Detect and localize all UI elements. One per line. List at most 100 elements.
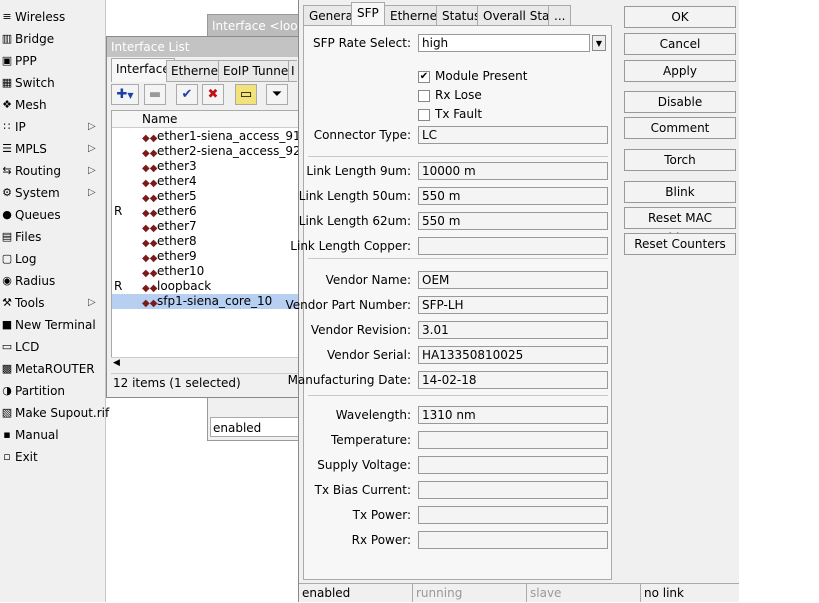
menu-item-make-supout-rif[interactable]: ▧ Make Supout.rif [0,402,109,424]
manufacturing-date-label: Manufacturing Date: [287,373,411,387]
check-icon: ✔ [181,87,193,102]
row-name: loopback [157,279,212,293]
table-row[interactable]: ◆◆ ether7 [112,219,300,234]
row-name: ether2-siena_access_92_132 [157,144,301,158]
cross-icon: ✖ [207,87,219,102]
scroll-left-icon[interactable]: ◀ [113,358,120,368]
reset-mac-address-button[interactable]: Reset MAC Address [624,207,736,245]
menu-item-label: MetaROUTER [15,362,95,376]
menu-item-queues[interactable]: ● Queues [0,204,105,226]
status-running: running [413,583,527,602]
temperature-field [418,431,608,449]
table-row[interactable]: R ◆◆ loopback [112,279,300,294]
reset-counters-button[interactable]: Reset Counters [624,233,736,255]
table-row[interactable]: ◆◆ ether10 [112,264,300,279]
table-row[interactable]: ◆◆ ether8 [112,234,300,249]
add-button[interactable]: ✚▼ [111,84,139,105]
menu-item-switch[interactable]: ▦ Switch [0,72,105,94]
menu-item-manual[interactable]: ▪ Manual [0,424,105,446]
menu-item-mpls[interactable]: ☰ MPLS ▷ [0,138,105,160]
disable-button[interactable]: Disable [624,91,736,113]
item-count: 12 items (1 selected) [111,373,303,392]
vendor-serial-label: Vendor Serial: [327,348,411,362]
menu-item-label: Mesh [15,98,47,112]
submenu-arrow-icon: ▷ [88,297,96,308]
tools-icon: ⚒ [2,296,12,309]
menu-item-label: Routing [15,164,62,178]
menu-item-bridge[interactable]: ▥ Bridge [0,28,105,50]
menu-item-routing[interactable]: ⇆ Routing ▷ [0,160,105,182]
table-row[interactable]: ◆◆ ether9 [112,249,300,264]
vendor-part-number-field: SFP-LH [418,296,608,314]
window-title[interactable]: Interface <loopback> [208,15,304,37]
table-row[interactable]: ◆◆ ether3 [112,159,300,174]
table-row[interactable]: ◆◆ ether4 [112,174,300,189]
row-name: ether3 [157,159,197,173]
rate-select-dropdown[interactable]: high [418,34,590,52]
routing-icon: ⇆ [2,164,12,177]
menu-item-metarouter[interactable]: ▩ MetaROUTER [0,358,105,380]
menu-item-wireless[interactable]: ≡ Wireless [0,6,105,28]
table-row[interactable]: ◆◆ sfp1-siena_core_10 [112,294,300,309]
menu-item-exit[interactable]: ▫ Exit [0,446,105,468]
menu-item-label: Manual [15,428,59,442]
enable-button[interactable]: ✔ [176,84,198,105]
menu-item-partition[interactable]: ◑ Partition [0,380,105,402]
table-row[interactable]: R ◆◆ ether6 [112,204,300,219]
menu-item-files[interactable]: ▤ Files [0,226,105,248]
tab-eoip-tunnel[interactable]: EoIP Tunnel [218,60,297,82]
tx-fault-checkbox[interactable] [418,109,430,121]
status-enabled: enabled [299,583,413,602]
lcd-icon: ▭ [1,340,13,353]
module-present-checkbox[interactable]: ✔ [418,71,430,83]
submenu-arrow-icon: ▷ [88,121,96,132]
cancel-button[interactable]: Cancel [624,33,736,55]
vendor-part-number-label: Vendor Part Number: [285,298,411,312]
menu-item-system[interactable]: ⚙ System ▷ [0,182,105,204]
submenu-arrow-icon: ▷ [88,187,96,198]
dropdown-arrow-icon[interactable]: ▼ [592,35,606,51]
tab-more[interactable]: I [288,60,297,82]
menu-item-radius[interactable]: ◉ Radius [0,270,105,292]
table-header: Name [112,111,300,128]
menu-item-mesh[interactable]: ❖ Mesh [0,94,105,116]
submenu-arrow-icon: ▷ [88,165,96,176]
mesh-icon: ❖ [2,98,12,111]
column-name[interactable]: Name [142,112,177,126]
tab-more[interactable]: ... [548,5,572,27]
menu-item-ip[interactable]: ∷ IP ▷ [0,116,105,138]
horizontal-scrollbar[interactable]: ◀ [111,357,301,373]
torch-button[interactable]: Torch [624,149,736,171]
queues-icon: ● [2,208,12,221]
menu-item-lcd[interactable]: ▭ LCD [0,336,105,358]
table-row[interactable]: ◆◆ether1-siena_access_91_102 [112,129,300,144]
filter-button[interactable]: ⏷ [266,84,288,105]
vendor-name-label: Vendor Name: [325,273,411,287]
remove-button[interactable]: ▬ [144,84,166,105]
menu-item-ppp[interactable]: ▣ PPP [0,50,105,72]
tx-power-label: Tx Power: [352,508,411,522]
menu-item-label: Exit [15,450,38,464]
link-length-62um-label: Link Length 62um: [298,214,411,228]
rx-lose-checkbox[interactable] [418,90,430,102]
partition-icon: ◑ [2,384,12,397]
table-row[interactable]: ◆◆ ether5 [112,189,300,204]
ok-button[interactable]: OK [624,6,736,28]
disable-button[interactable]: ✖ [202,84,224,105]
comment-button[interactable]: Comment [624,117,736,139]
blink-button[interactable]: Blink [624,181,736,203]
tx-bias-current-field [418,481,608,499]
tab-sfp[interactable]: SFP [351,2,385,27]
vendor-revision-label: Vendor Revision: [310,323,411,337]
menu-item-new-terminal[interactable]: ■ New Terminal [0,314,105,336]
link-length-50um-field: 550 m [418,187,608,205]
supout-icon: ▧ [1,406,13,419]
menu-item-tools[interactable]: ⚒ Tools ▷ [0,292,105,314]
window-title[interactable]: Interface List [107,37,305,57]
apply-button[interactable]: Apply [624,60,736,82]
table-row[interactable]: ◆◆ether2-siena_access_92_132 [112,144,301,159]
menu-item-label: IP [15,120,26,134]
interface-table: Name ◆◆ether1-siena_access_91_102◆◆ether… [111,110,301,372]
menu-item-log[interactable]: ▢ Log [0,248,105,270]
comment-button[interactable]: ▭ [235,84,257,105]
